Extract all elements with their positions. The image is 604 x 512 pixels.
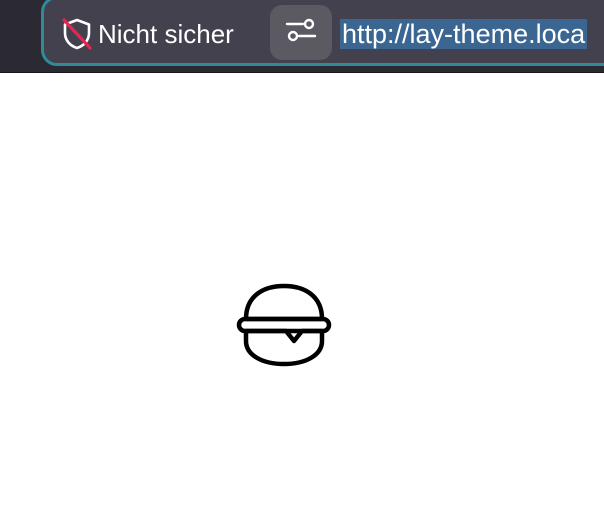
- url-text-selected: http://lay-theme.loca: [340, 19, 588, 49]
- sliders-icon: [285, 18, 317, 47]
- site-permissions-button[interactable]: [270, 5, 332, 60]
- hamburger-burger-icon[interactable]: [236, 283, 332, 367]
- browser-toolbar: Nicht sicher http://lay-theme.loca: [0, 0, 604, 73]
- shield-slash-icon: [60, 17, 94, 51]
- security-label: Nicht sicher: [98, 19, 234, 49]
- page-content: [0, 73, 604, 512]
- url-field[interactable]: http://lay-theme.loca: [340, 16, 588, 52]
- security-indicator[interactable]: Nicht sicher: [60, 14, 234, 54]
